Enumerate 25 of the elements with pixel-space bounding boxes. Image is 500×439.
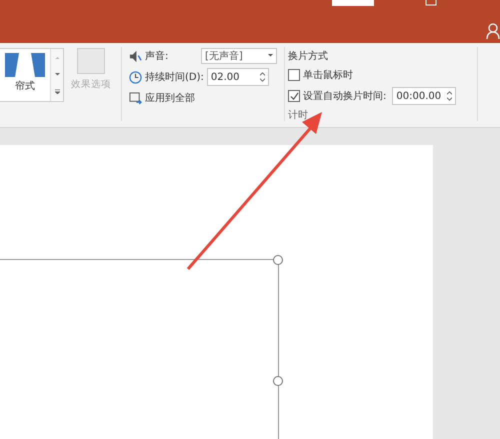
sound-dropdown[interactable]: [无声音] — [201, 48, 277, 64]
clock-icon — [129, 70, 142, 84]
advance-time-spinner[interactable]: 00:00.00 — [392, 87, 456, 105]
caret-down-icon — [268, 54, 273, 58]
caret-down-icon — [54, 72, 60, 76]
duration-spinner[interactable]: 02.00 — [206, 68, 269, 86]
expand-icon — [54, 89, 60, 94]
sound-label: 声音: — [145, 50, 168, 63]
person-icon[interactable] — [486, 23, 500, 39]
group-label: 计时 — [288, 108, 309, 122]
window-restore-icon[interactable] — [425, 0, 437, 6]
checkbox[interactable] — [288, 69, 300, 81]
checkbox-label: 单击鼠标时 — [303, 68, 353, 82]
more-button[interactable] — [51, 83, 63, 100]
caret-up-icon — [54, 56, 60, 60]
apply-to-all-button[interactable]: 应用到全部 — [129, 89, 277, 107]
speaker-icon — [129, 50, 142, 62]
checkbox-label: 设置自动换片时间: — [303, 90, 386, 103]
curtains-icon — [5, 53, 45, 77]
duration-label: 持续时间(D): — [145, 70, 204, 84]
apply-all-icon — [129, 92, 142, 104]
checkbox[interactable] — [288, 90, 300, 102]
resize-handle[interactable] — [273, 255, 283, 265]
advance-slide-heading: 换片方式 — [288, 50, 329, 63]
resize-handle[interactable] — [273, 376, 283, 386]
